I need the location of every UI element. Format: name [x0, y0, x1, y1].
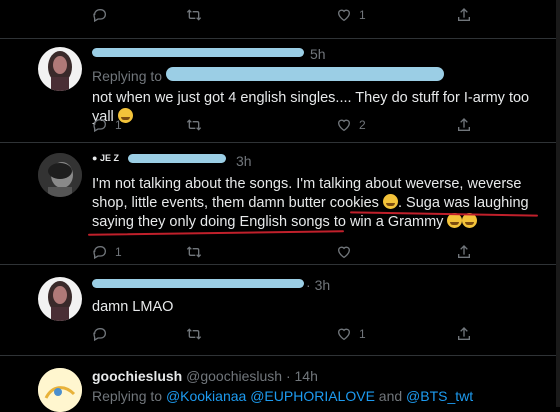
timestamp[interactable]: 3h	[315, 277, 331, 293]
mention-link[interactable]: @EUPHORIALOVE	[250, 388, 375, 404]
reply-button[interactable]: 1	[92, 116, 122, 134]
avatar[interactable]	[38, 153, 82, 197]
action-bar: 1	[92, 243, 512, 261]
avatar[interactable]	[38, 368, 82, 412]
timestamp[interactable]: 3h	[236, 153, 252, 169]
reply-button[interactable]: 1	[92, 243, 122, 261]
tweet-header: goochieslush @goochieslush · 14h	[92, 368, 318, 384]
redacted-username	[92, 48, 304, 57]
tweet-header: ● JE Z	[92, 153, 119, 163]
like-button[interactable]: 1	[336, 325, 366, 343]
share-icon	[456, 7, 472, 23]
like-icon	[336, 7, 352, 23]
display-name[interactable]: goochieslush	[92, 368, 182, 384]
share-icon	[456, 117, 472, 133]
share-button[interactable]	[456, 116, 479, 134]
retweet-button[interactable]	[186, 325, 209, 343]
like-button[interactable]: 1	[336, 6, 366, 24]
like-button[interactable]	[336, 243, 359, 261]
replying-to: Replying to	[92, 68, 163, 84]
like-icon	[336, 117, 352, 133]
share-icon	[456, 326, 472, 342]
handle[interactable]: @goochieslush	[186, 368, 282, 384]
timestamp[interactable]: 14h	[295, 368, 318, 384]
avatar[interactable]	[38, 277, 82, 321]
action-bar: 1	[92, 325, 512, 343]
tweet-text: damn LMAO	[92, 299, 174, 315]
scrollbar[interactable]	[556, 0, 560, 407]
redacted-mention	[166, 67, 444, 81]
action-bar: 1 2	[92, 116, 512, 134]
tweet-header: 5h	[310, 46, 326, 62]
share-icon	[456, 244, 472, 260]
share-button[interactable]	[456, 6, 479, 24]
reply-icon	[92, 7, 108, 23]
share-button[interactable]	[456, 243, 479, 261]
retweet-button[interactable]	[186, 6, 209, 24]
retweet-button[interactable]	[186, 116, 209, 134]
like-icon	[336, 326, 352, 342]
crying-emoji-icon	[382, 194, 398, 209]
tweet-next[interactable]: goochieslush @goochieslush · 14h Replyin…	[0, 356, 556, 412]
redacted-username	[128, 154, 226, 163]
display-name-fragment[interactable]: JE Z	[100, 153, 119, 163]
retweet-icon	[186, 244, 202, 260]
replying-to: Replying to @Kookianaa @EUPHORIALOVE and…	[92, 388, 474, 404]
tweet-reply-3[interactable]: · 3h damn LMAO 1	[0, 265, 556, 355]
tweet-text: I'm not talking about the songs. I'm tal…	[92, 176, 529, 230]
retweet-icon	[186, 326, 202, 342]
reply-icon	[92, 326, 108, 342]
avatar[interactable]	[38, 47, 82, 91]
retweet-icon	[186, 7, 202, 23]
tweet-header: · 3h	[306, 277, 331, 293]
tweet-time: 3h	[236, 153, 252, 169]
mention-link[interactable]: @Kookianaa	[166, 388, 246, 404]
reply-button[interactable]	[92, 6, 115, 24]
tweet-reply-1[interactable]: 5h Replying to not when we just got 4 en…	[0, 39, 556, 142]
reply-button[interactable]	[92, 325, 115, 343]
timestamp[interactable]: 5h	[310, 46, 326, 62]
reply-icon	[92, 244, 108, 260]
mention-link[interactable]: @BTS_twt	[406, 388, 473, 404]
redacted-username	[92, 279, 304, 288]
like-button[interactable]: 2	[336, 116, 366, 134]
retweet-button[interactable]	[186, 243, 209, 261]
retweet-icon	[186, 117, 202, 133]
tweet-reply-2[interactable]: ● JE Z 3h I'm not talking about the song…	[0, 143, 556, 264]
action-bar: 1	[92, 6, 512, 24]
reply-icon	[92, 117, 108, 133]
tweet-previous[interactable]: 1	[0, 0, 556, 38]
share-button[interactable]	[456, 325, 479, 343]
like-icon	[336, 244, 352, 260]
